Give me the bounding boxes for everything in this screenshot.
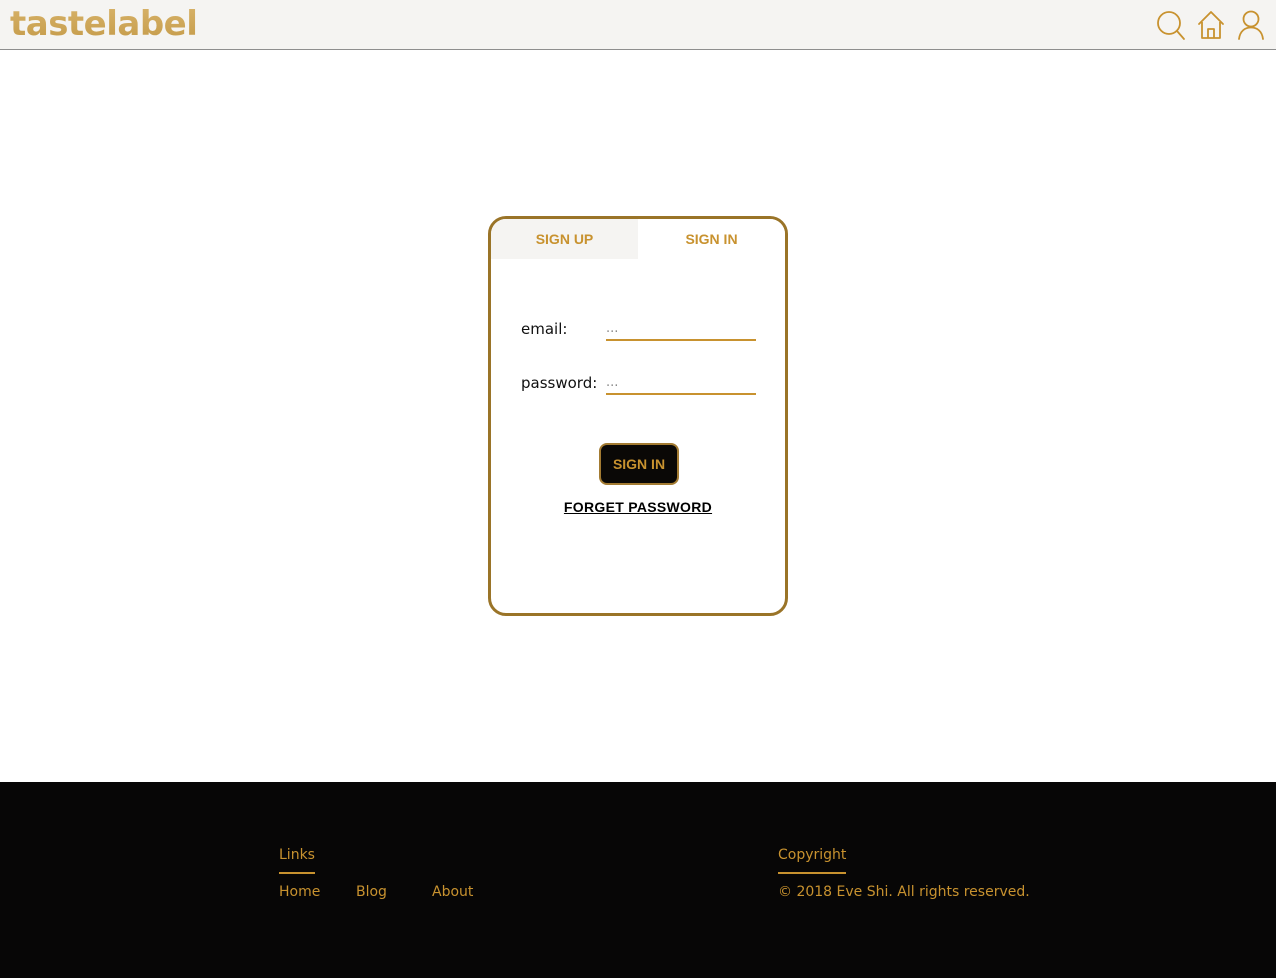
forget-password-text[interactable]: FORGET PASSWORD [564, 499, 712, 515]
home-icon[interactable] [1196, 9, 1226, 41]
search-icon[interactable] [1156, 9, 1186, 41]
password-label: password: [521, 374, 598, 392]
password-field[interactable] [606, 369, 756, 395]
email-row: email: [521, 315, 761, 345]
tab-sign-in[interactable]: SIGN IN [638, 219, 785, 259]
auth-tabs: SIGN UP SIGN IN [491, 219, 785, 259]
auth-card: SIGN UP SIGN IN email: password: SIGN IN… [488, 216, 788, 616]
site-logo[interactable]: tastelabel [10, 4, 198, 44]
footer-links-heading: Links [279, 847, 315, 874]
forget-password-link: FORGET PASSWORD [491, 499, 785, 515]
footer-link-about[interactable]: About [432, 884, 473, 900]
footer-copyright-section: Copyright © 2018 Eve Shi. All rights res… [778, 846, 1030, 900]
password-row: password: [521, 369, 761, 399]
footer-links-section: Links Home Blog About [279, 846, 473, 900]
user-icon[interactable] [1236, 9, 1266, 41]
footer: Links Home Blog About Copyright © 2018 E… [0, 782, 1276, 978]
footer-link-blog[interactable]: Blog [356, 884, 432, 900]
email-label: email: [521, 320, 568, 338]
footer-links-list: Home Blog About [279, 884, 473, 900]
tab-sign-up[interactable]: SIGN UP [491, 219, 638, 259]
footer-link-home[interactable]: Home [279, 884, 356, 900]
footer-copyright-text: © 2018 Eve Shi. All rights reserved. [778, 884, 1030, 900]
footer-copyright-heading: Copyright [778, 847, 847, 874]
top-navbar: tastelabel [0, 0, 1276, 50]
sign-in-button[interactable]: SIGN IN [599, 443, 679, 485]
nav-icons [1156, 9, 1266, 41]
email-field[interactable] [606, 315, 756, 341]
